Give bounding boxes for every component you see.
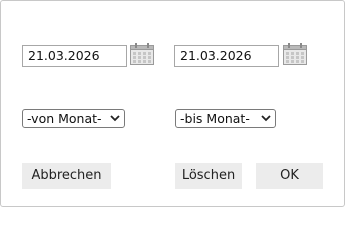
to-date-input[interactable]: 21.03.2026 <box>174 45 279 67</box>
to-month-selected: -bis Monat- <box>180 111 250 126</box>
ok-button[interactable]: OK <box>256 163 323 189</box>
cancel-button[interactable]: Abbrechen <box>22 163 111 189</box>
date-range-dialog: 21.03.2026 21.03.2026 -von Monat- -bis M… <box>0 0 345 207</box>
calendar-icon[interactable] <box>283 43 307 65</box>
from-date-input[interactable]: 21.03.2026 <box>22 45 127 67</box>
from-month-select[interactable]: -von Monat- <box>22 109 125 128</box>
to-month-select[interactable]: -bis Monat- <box>175 109 276 128</box>
chevron-down-icon <box>261 115 271 122</box>
clear-button[interactable]: Löschen <box>175 163 242 189</box>
chevron-down-icon <box>110 115 120 122</box>
calendar-icon[interactable] <box>130 43 154 65</box>
from-month-selected: -von Monat- <box>27 111 102 126</box>
